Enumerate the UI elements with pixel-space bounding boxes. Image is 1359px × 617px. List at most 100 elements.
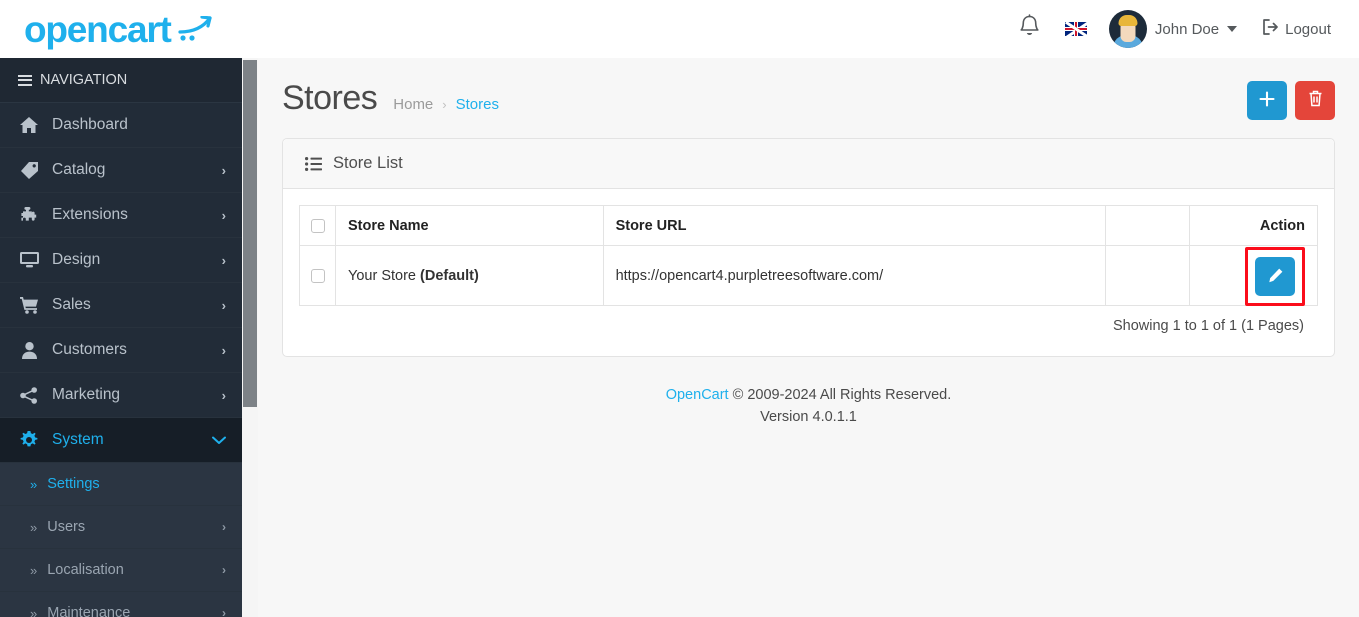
cell-store-url: https://opencart4.purpletreesoftware.com…	[602, 245, 1107, 306]
double-chevron-right-icon: »	[30, 519, 37, 535]
list-icon	[305, 156, 322, 171]
page-header: Stores Home › Stores	[258, 58, 1359, 138]
sidebar-item-label: Marketing	[52, 386, 121, 403]
breadcrumb-separator-icon: ›	[442, 96, 447, 112]
user-name-label: John Doe	[1154, 20, 1220, 38]
column-store-name: Store Name	[335, 205, 604, 246]
store-default-tag: (Default)	[420, 267, 479, 284]
card-title: Store List	[333, 154, 403, 172]
home-icon	[18, 117, 40, 133]
uk-flag-icon	[1064, 22, 1087, 36]
sidebar-item-label: Catalog	[52, 161, 106, 178]
logout-button[interactable]: Logout	[1247, 0, 1341, 58]
sidebar-inner: NAVIGATION Dashboard Catalog › Extension…	[0, 58, 242, 617]
user-menu-button[interactable]: John Doe	[1099, 0, 1247, 58]
sidebar-subitem-label: Localisation	[47, 562, 124, 578]
sidebar-item-system[interactable]: System	[0, 418, 242, 463]
sidebar-scrollbar[interactable]	[242, 58, 258, 617]
sidebar-subitem-localisation[interactable]: » Localisation ›	[0, 549, 242, 592]
row-select-cell	[299, 245, 336, 306]
chevron-right-icon: ›	[222, 563, 226, 577]
edit-store-button[interactable]	[1255, 257, 1295, 296]
cell-action	[1189, 245, 1318, 306]
sidebar-item-label: Design	[52, 251, 101, 268]
pencil-icon	[1268, 268, 1283, 286]
cart-icon	[18, 296, 40, 314]
opencart-link[interactable]: OpenCart	[666, 387, 729, 403]
breadcrumb-stores[interactable]: Stores	[456, 96, 499, 113]
store-table: Store Name Store URL Action Your Store (…	[299, 205, 1318, 306]
opencart-logo[interactable]: opencart	[24, 11, 212, 48]
sidebar-item-extensions[interactable]: Extensions ›	[0, 193, 242, 238]
plus-icon	[1259, 90, 1275, 110]
double-chevron-right-icon: »	[30, 562, 37, 578]
sidebar: NAVIGATION Dashboard Catalog › Extension…	[0, 58, 258, 617]
gear-icon	[18, 431, 40, 449]
hamburger-icon	[18, 74, 32, 86]
card-header: Store List	[283, 139, 1334, 189]
chevron-right-icon: ›	[221, 342, 226, 358]
sidebar-item-design[interactable]: Design ›	[0, 238, 242, 283]
sidebar-item-marketing[interactable]: Marketing ›	[0, 373, 242, 418]
delete-store-button[interactable]	[1295, 80, 1335, 120]
chevron-right-icon: ›	[221, 297, 226, 313]
sidebar-item-label: Customers	[52, 341, 127, 358]
tag-icon	[18, 161, 40, 179]
chevron-right-icon: ›	[221, 387, 226, 403]
chevron-down-icon	[212, 433, 226, 448]
chevron-right-icon: ›	[222, 520, 226, 534]
chevron-right-icon: ›	[222, 606, 226, 617]
table-row: Your Store (Default) https://opencart4.p…	[299, 245, 1318, 306]
sidebar-item-label: Sales	[52, 296, 91, 313]
puzzle-icon	[18, 206, 40, 224]
share-icon	[18, 386, 40, 404]
row-checkbox[interactable]	[310, 268, 325, 283]
navigation-toggle[interactable]: NAVIGATION	[0, 58, 242, 103]
column-action: Action	[1189, 205, 1318, 246]
avatar	[1108, 10, 1147, 48]
select-all-cell	[299, 205, 336, 246]
sidebar-subitem-label: Settings	[47, 476, 100, 492]
main-content: Stores Home › Stores Store List Store Na…	[258, 58, 1359, 617]
add-store-button[interactable]	[1247, 80, 1287, 120]
sidebar-subitem-settings[interactable]: » Settings	[0, 463, 242, 506]
edit-button-highlight	[1245, 247, 1305, 306]
breadcrumb: Home › Stores	[393, 96, 499, 113]
table-header-row: Store Name Store URL Action	[299, 205, 1318, 246]
double-chevron-right-icon: »	[30, 476, 37, 492]
footer-copyright-line: OpenCart © 2009-2024 All Rights Reserved…	[258, 385, 1359, 407]
logo-text: opencart	[24, 8, 172, 50]
navigation-label: NAVIGATION	[40, 72, 128, 88]
breadcrumb-home[interactable]: Home	[393, 96, 433, 113]
store-list-card: Store List Store Name Store URL Action Y…	[282, 138, 1335, 357]
column-store-url: Store URL	[602, 205, 1107, 246]
notifications-button[interactable]	[1006, 0, 1053, 58]
page-actions	[1247, 80, 1335, 120]
sidebar-item-customers[interactable]: Customers ›	[0, 328, 242, 373]
select-all-checkbox[interactable]	[310, 218, 325, 233]
cart-swoosh-icon	[178, 14, 212, 42]
sidebar-subitem-maintenance[interactable]: » Maintenance ›	[0, 592, 242, 617]
card-body: Store Name Store URL Action Your Store (…	[283, 189, 1334, 356]
header-right-group: John Doe Logout	[1006, 0, 1359, 58]
top-header: opencart John Doe Logout	[0, 0, 1359, 58]
page-title: Stores	[282, 78, 378, 117]
sidebar-item-label: Dashboard	[52, 116, 128, 133]
sidebar-scrollbar-thumb[interactable]	[243, 60, 257, 407]
cell-store-name: Your Store (Default)	[335, 245, 604, 306]
language-selector-button[interactable]	[1053, 0, 1099, 58]
bell-icon	[1018, 14, 1041, 44]
sidebar-item-sales[interactable]: Sales ›	[0, 283, 242, 328]
sidebar-subitem-label: Maintenance	[47, 605, 131, 617]
sidebar-item-label: Extensions	[52, 206, 128, 223]
cell-spacer	[1105, 245, 1190, 306]
chevron-right-icon: ›	[221, 207, 226, 223]
sidebar-item-dashboard[interactable]: Dashboard	[0, 103, 242, 148]
sidebar-item-catalog[interactable]: Catalog ›	[0, 148, 242, 193]
logout-icon	[1261, 18, 1279, 40]
sidebar-subitem-label: Users	[47, 519, 86, 535]
double-chevron-right-icon: »	[30, 605, 37, 617]
table-body: Your Store (Default) https://opencart4.p…	[299, 245, 1318, 306]
person-icon	[18, 341, 40, 359]
sidebar-subitem-users[interactable]: » Users ›	[0, 506, 242, 549]
